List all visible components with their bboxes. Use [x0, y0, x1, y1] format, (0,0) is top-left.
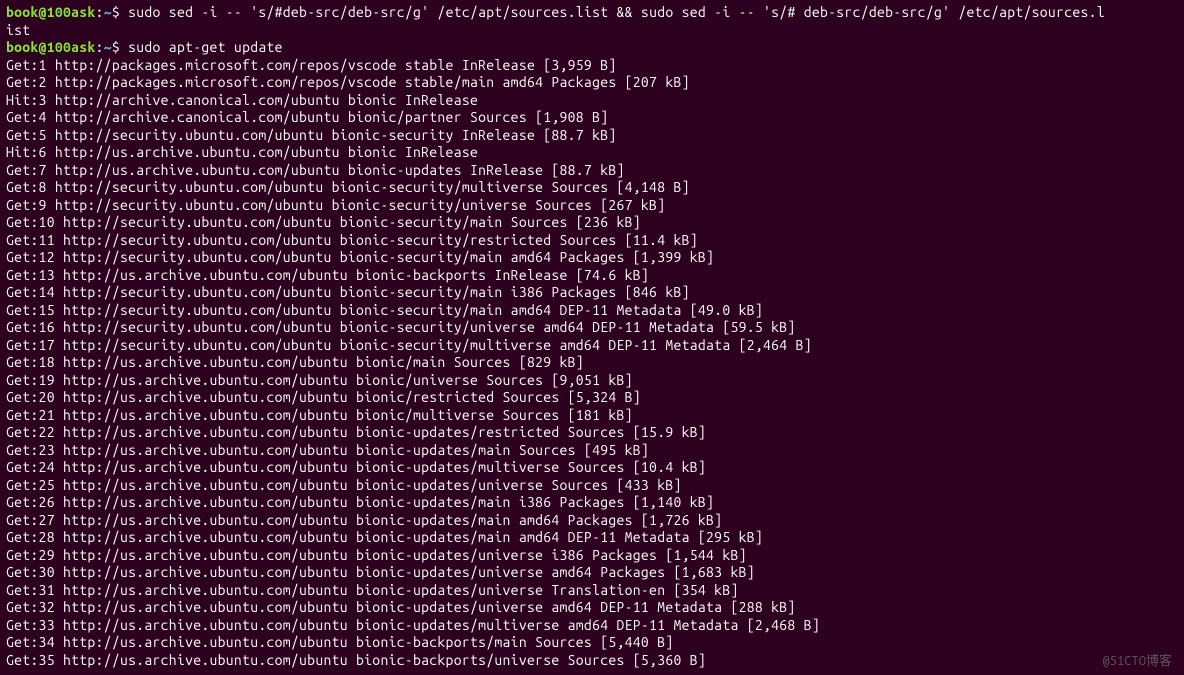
output-line: Get:9 http://security.ubuntu.com/ubuntu … — [6, 197, 1178, 215]
command-line-1: book@100ask:~$ sudo sed -i -- 's/#deb-sr… — [6, 4, 1178, 22]
command-2: sudo apt-get update — [128, 39, 283, 55]
prompt-dollar: $ — [112, 39, 120, 55]
output-line: Hit:3 http://archive.canonical.com/ubunt… — [6, 92, 1178, 110]
output-line: Get:10 http://security.ubuntu.com/ubuntu… — [6, 214, 1178, 232]
output-line: Get:7 http://us.archive.ubuntu.com/ubunt… — [6, 162, 1178, 180]
output-line: Get:25 http://us.archive.ubuntu.com/ubun… — [6, 477, 1178, 495]
output-line: Get:16 http://security.ubuntu.com/ubuntu… — [6, 319, 1178, 337]
output-line: Get:34 http://us.archive.ubuntu.com/ubun… — [6, 634, 1178, 652]
watermark: @51CTO博客 — [1102, 653, 1172, 669]
output-line: Get:32 http://us.archive.ubuntu.com/ubun… — [6, 599, 1178, 617]
output-line: Get:23 http://us.archive.ubuntu.com/ubun… — [6, 442, 1178, 460]
output-line: Get:13 http://us.archive.ubuntu.com/ubun… — [6, 267, 1178, 285]
output-line: Get:21 http://us.archive.ubuntu.com/ubun… — [6, 407, 1178, 425]
output-line: Get:15 http://security.ubuntu.com/ubuntu… — [6, 302, 1178, 320]
output-container: Get:1 http://packages.microsoft.com/repo… — [6, 57, 1178, 670]
output-line: Get:1 http://packages.microsoft.com/repo… — [6, 57, 1178, 75]
output-line: Get:4 http://archive.canonical.com/ubunt… — [6, 109, 1178, 127]
command-line-2: book@100ask:~$ sudo apt-get update — [6, 39, 1178, 57]
output-line: Get:27 http://us.archive.ubuntu.com/ubun… — [6, 512, 1178, 530]
prompt-separator: : — [96, 4, 104, 20]
output-line: Get:19 http://us.archive.ubuntu.com/ubun… — [6, 372, 1178, 390]
output-line: Get:11 http://security.ubuntu.com/ubuntu… — [6, 232, 1178, 250]
prompt-user: book@100ask — [6, 39, 96, 55]
output-line: Get:33 http://us.archive.ubuntu.com/ubun… — [6, 617, 1178, 635]
command-1: sudo sed -i -- 's/#deb-src/deb-src/g' /e… — [128, 4, 1105, 20]
output-line: Get:29 http://us.archive.ubuntu.com/ubun… — [6, 547, 1178, 565]
output-line: Get:18 http://us.archive.ubuntu.com/ubun… — [6, 354, 1178, 372]
prompt-separator: : — [96, 39, 104, 55]
command-text-1 — [120, 4, 128, 20]
output-line: Get:24 http://us.archive.ubuntu.com/ubun… — [6, 459, 1178, 477]
output-line: Get:2 http://packages.microsoft.com/repo… — [6, 74, 1178, 92]
output-line: Get:28 http://us.archive.ubuntu.com/ubun… — [6, 529, 1178, 547]
terminal-window[interactable]: book@100ask:~$ sudo sed -i -- 's/#deb-sr… — [6, 4, 1178, 669]
output-line: Get:26 http://us.archive.ubuntu.com/ubun… — [6, 494, 1178, 512]
output-line: Get:8 http://security.ubuntu.com/ubuntu … — [6, 179, 1178, 197]
output-line: Get:17 http://security.ubuntu.com/ubuntu… — [6, 337, 1178, 355]
output-line: Get:31 http://us.archive.ubuntu.com/ubun… — [6, 582, 1178, 600]
command-wrap-line: ist — [6, 22, 1178, 40]
prompt-path: ~ — [104, 4, 112, 20]
output-line: Get:20 http://us.archive.ubuntu.com/ubun… — [6, 389, 1178, 407]
command-text-2 — [120, 39, 128, 55]
prompt-path: ~ — [104, 39, 112, 55]
prompt-user: book@100ask — [6, 4, 96, 20]
output-line: Get:12 http://security.ubuntu.com/ubuntu… — [6, 249, 1178, 267]
output-line: Get:30 http://us.archive.ubuntu.com/ubun… — [6, 564, 1178, 582]
output-line: Get:5 http://security.ubuntu.com/ubuntu … — [6, 127, 1178, 145]
output-line: Get:22 http://us.archive.ubuntu.com/ubun… — [6, 424, 1178, 442]
prompt-dollar: $ — [112, 4, 120, 20]
output-line: Hit:6 http://us.archive.ubuntu.com/ubunt… — [6, 144, 1178, 162]
output-line: Get:35 http://us.archive.ubuntu.com/ubun… — [6, 652, 1178, 670]
output-line: Get:14 http://security.ubuntu.com/ubuntu… — [6, 284, 1178, 302]
